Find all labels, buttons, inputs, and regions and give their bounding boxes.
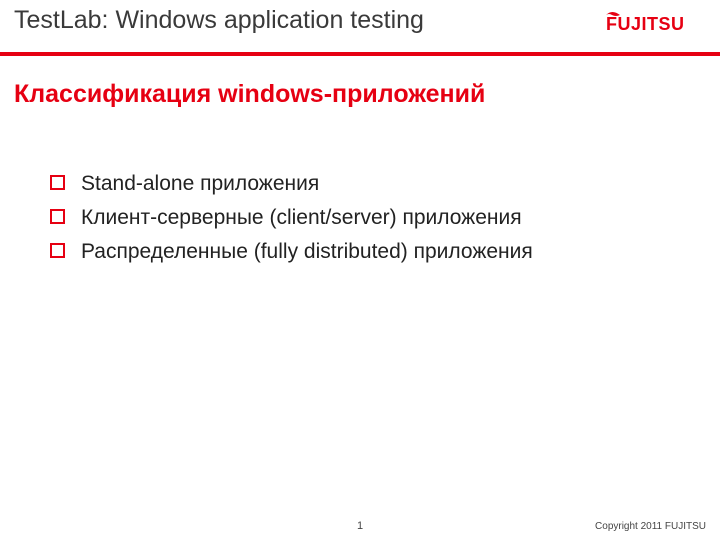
fujitsu-logo: FUJITSU [606,12,706,41]
list-item: Клиент-серверные (client/server) приложе… [50,203,680,233]
slide-title: Классификация windows-приложений [0,56,720,109]
bullet-text: Клиент-серверные (client/server) приложе… [81,203,522,233]
bullet-text: Stand-alone приложения [81,169,319,199]
list-item: Stand-alone приложения [50,169,680,199]
slide-header: TestLab: Windows application testing FUJ… [0,0,720,52]
square-bullet-icon [50,243,65,258]
list-item: Распределенные (fully distributed) прило… [50,237,680,267]
logo-text: FUJITSU [606,14,685,34]
slide-content: Stand-alone приложения Клиент-серверные … [0,109,720,267]
square-bullet-icon [50,209,65,224]
copyright-text: Copyright 2011 FUJITSU [595,521,706,532]
bullet-text: Распределенные (fully distributed) прило… [81,237,533,267]
square-bullet-icon [50,175,65,190]
header-title: TestLab: Windows application testing [14,6,706,35]
